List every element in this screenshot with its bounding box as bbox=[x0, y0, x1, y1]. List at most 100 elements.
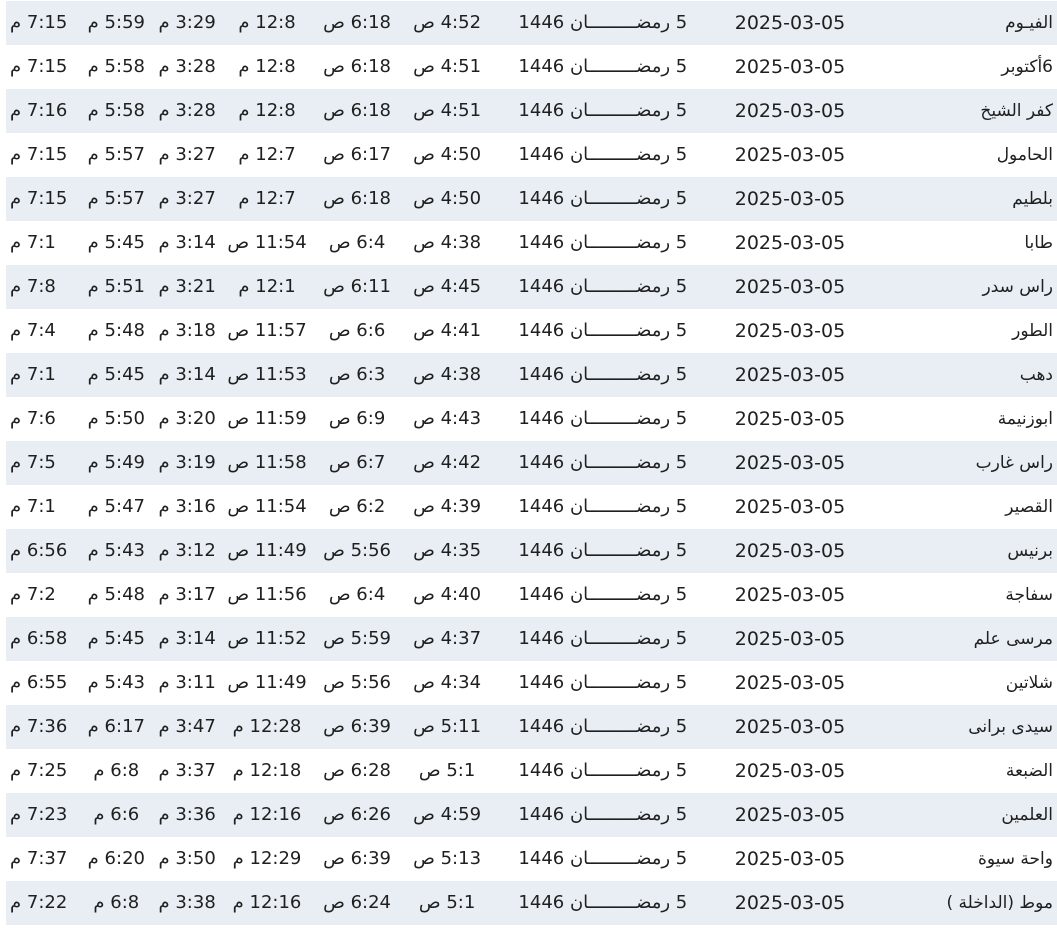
table-row: الضبعة 2025-03-05 5 رمضـــــــــان 1446 5:1… bbox=[6, 749, 1057, 793]
isha-time-cell: 7:8 م bbox=[10, 276, 56, 297]
city-cell: الطور bbox=[1012, 321, 1053, 341]
fajr-time-cell: 4:40 ص bbox=[413, 584, 482, 605]
maghrib-time-cell: 5:43 م bbox=[87, 672, 145, 693]
isha-time-cell: 7:1 م bbox=[10, 364, 56, 385]
gregorian-date-cell: 2025-03-05 bbox=[734, 232, 846, 254]
maghrib-time-cell: 6:8 م bbox=[93, 760, 140, 781]
maghrib-time-cell: 5:57 م bbox=[87, 144, 145, 165]
isha-time-cell: 7:25 م bbox=[10, 760, 68, 781]
dhuhr-time-cell: 11:52 ص bbox=[227, 628, 307, 649]
isha-time-cell: 6:58 م bbox=[10, 628, 68, 649]
sunrise-time-cell: 6:39 ص bbox=[323, 716, 391, 737]
maghrib-time-cell: 6:6 م bbox=[93, 804, 140, 825]
city-cell: القصير bbox=[1005, 497, 1053, 517]
hijri-date-cell: 5 رمضـــــــــان 1446 bbox=[518, 364, 688, 385]
hijri-date-cell: 5 رمضـــــــــان 1446 bbox=[518, 408, 688, 429]
asr-time-cell: 3:19 م bbox=[158, 452, 216, 473]
fajr-time-cell: 4:34 ص bbox=[413, 672, 482, 693]
city-cell: دهب bbox=[1019, 365, 1053, 385]
sunrise-time-cell: 6:4 ص bbox=[328, 584, 386, 605]
dhuhr-time-cell: 11:59 ص bbox=[227, 408, 307, 429]
dhuhr-time-cell: 11:56 ص bbox=[227, 584, 307, 605]
gregorian-date-cell: 2025-03-05 bbox=[734, 364, 846, 386]
fajr-time-cell: 4:42 ص bbox=[413, 452, 482, 473]
asr-time-cell: 3:29 م bbox=[158, 12, 216, 33]
city-cell: مرسى علم bbox=[973, 629, 1053, 649]
city-cell: ابوزنيمة bbox=[997, 409, 1053, 429]
table-row: الفيـوم 2025-03-05 5 رمضـــــــــان 1446 4:… bbox=[6, 1, 1057, 45]
hijri-date-cell: 5 رمضـــــــــان 1446 bbox=[518, 276, 688, 297]
isha-time-cell: 7:37 م bbox=[10, 848, 68, 869]
asr-time-cell: 3:17 م bbox=[158, 584, 216, 605]
gregorian-date-cell: 2025-03-05 bbox=[734, 584, 846, 606]
maghrib-time-cell: 6:8 م bbox=[93, 892, 140, 913]
hijri-date-cell: 5 رمضـــــــــان 1446 bbox=[518, 672, 688, 693]
gregorian-date-cell: 2025-03-05 bbox=[734, 540, 846, 562]
gregorian-date-cell: 2025-03-05 bbox=[734, 100, 846, 122]
table-row: بلطيم 2025-03-05 5 رمضـــــــــان 1446 4:50… bbox=[6, 177, 1057, 221]
dhuhr-time-cell: 11:54 ص bbox=[227, 232, 307, 253]
table-row: برنيس 2025-03-05 5 رمضـــــــــان 1446 4:35… bbox=[6, 529, 1057, 573]
asr-time-cell: 3:28 م bbox=[158, 56, 216, 77]
city-cell: سيدى برانى bbox=[968, 717, 1053, 737]
isha-time-cell: 7:6 م bbox=[10, 408, 56, 429]
sunrise-time-cell: 6:28 ص bbox=[323, 760, 391, 781]
asr-time-cell: 3:38 م bbox=[158, 892, 216, 913]
city-cell: 6أكتوبر bbox=[1001, 57, 1053, 77]
fajr-time-cell: 4:50 ص bbox=[413, 144, 482, 165]
fajr-time-cell: 5:11 ص bbox=[413, 716, 482, 737]
hijri-date-cell: 5 رمضـــــــــان 1446 bbox=[518, 452, 688, 473]
asr-time-cell: 3:27 م bbox=[158, 188, 216, 209]
sunrise-time-cell: 6:18 ص bbox=[323, 12, 391, 33]
asr-time-cell: 3:14 م bbox=[158, 364, 216, 385]
maghrib-time-cell: 5:47 م bbox=[87, 496, 145, 517]
table-row: شلاتين 2025-03-05 5 رمضـــــــــان 1446 4:3… bbox=[6, 661, 1057, 705]
hijri-date-cell: 5 رمضـــــــــان 1446 bbox=[518, 584, 688, 605]
fajr-time-cell: 4:43 ص bbox=[413, 408, 482, 429]
dhuhr-time-cell: 12:7 م bbox=[238, 144, 296, 165]
dhuhr-time-cell: 11:53 ص bbox=[227, 364, 307, 385]
asr-time-cell: 3:50 م bbox=[158, 848, 216, 869]
dhuhr-time-cell: 11:49 ص bbox=[227, 540, 307, 561]
city-cell: طابا bbox=[1024, 233, 1053, 253]
sunrise-time-cell: 5:56 ص bbox=[323, 672, 391, 693]
city-cell: موط (الداخلة ) bbox=[946, 893, 1053, 913]
asr-time-cell: 3:36 م bbox=[158, 804, 216, 825]
isha-time-cell: 6:55 م bbox=[10, 672, 68, 693]
gregorian-date-cell: 2025-03-05 bbox=[734, 804, 846, 826]
city-cell: برنيس bbox=[1007, 541, 1053, 561]
isha-time-cell: 7:15 م bbox=[10, 56, 68, 77]
table-row: سفاجة 2025-03-05 5 رمضـــــــــان 1446 4:40… bbox=[6, 573, 1057, 617]
hijri-date-cell: 5 رمضـــــــــان 1446 bbox=[518, 188, 688, 209]
gregorian-date-cell: 2025-03-05 bbox=[734, 628, 846, 650]
fajr-time-cell: 4:39 ص bbox=[413, 496, 482, 517]
hijri-date-cell: 5 رمضـــــــــان 1446 bbox=[518, 12, 688, 33]
table-row: طابا 2025-03-05 5 رمضـــــــــان 1446 4:38 … bbox=[6, 221, 1057, 265]
sunrise-time-cell: 6:3 ص bbox=[328, 364, 386, 385]
asr-time-cell: 3:47 م bbox=[158, 716, 216, 737]
table-row: الحامول 2025-03-05 5 رمضـــــــــان 1446 4:… bbox=[6, 133, 1057, 177]
sunrise-time-cell: 6:2 ص bbox=[328, 496, 386, 517]
fajr-time-cell: 4:59 ص bbox=[413, 804, 482, 825]
table-row: مرسى علم 2025-03-05 5 رمضـــــــــان 1446 4… bbox=[6, 617, 1057, 661]
dhuhr-time-cell: 12:7 م bbox=[238, 188, 296, 209]
city-cell: كفر الشيخ bbox=[980, 101, 1053, 121]
sunrise-time-cell: 6:17 ص bbox=[323, 144, 391, 165]
maghrib-time-cell: 5:49 م bbox=[87, 452, 145, 473]
dhuhr-time-cell: 11:57 ص bbox=[227, 320, 307, 341]
gregorian-date-cell: 2025-03-05 bbox=[734, 892, 846, 914]
hijri-date-cell: 5 رمضـــــــــان 1446 bbox=[518, 540, 688, 561]
hijri-date-cell: 5 رمضـــــــــان 1446 bbox=[518, 320, 688, 341]
dhuhr-time-cell: 11:58 ص bbox=[227, 452, 307, 473]
hijri-date-cell: 5 رمضـــــــــان 1446 bbox=[518, 892, 688, 913]
sunrise-time-cell: 6:24 ص bbox=[323, 892, 391, 913]
dhuhr-time-cell: 12:16 م bbox=[232, 892, 302, 913]
maghrib-time-cell: 5:59 م bbox=[87, 12, 145, 33]
sunrise-time-cell: 6:6 ص bbox=[328, 320, 386, 341]
city-cell: واحة سيوة bbox=[977, 849, 1053, 869]
asr-time-cell: 3:20 م bbox=[158, 408, 216, 429]
maghrib-time-cell: 5:58 م bbox=[87, 56, 145, 77]
sunrise-time-cell: 6:26 ص bbox=[323, 804, 391, 825]
fajr-time-cell: 4:52 ص bbox=[413, 12, 482, 33]
hijri-date-cell: 5 رمضـــــــــان 1446 bbox=[518, 760, 688, 781]
